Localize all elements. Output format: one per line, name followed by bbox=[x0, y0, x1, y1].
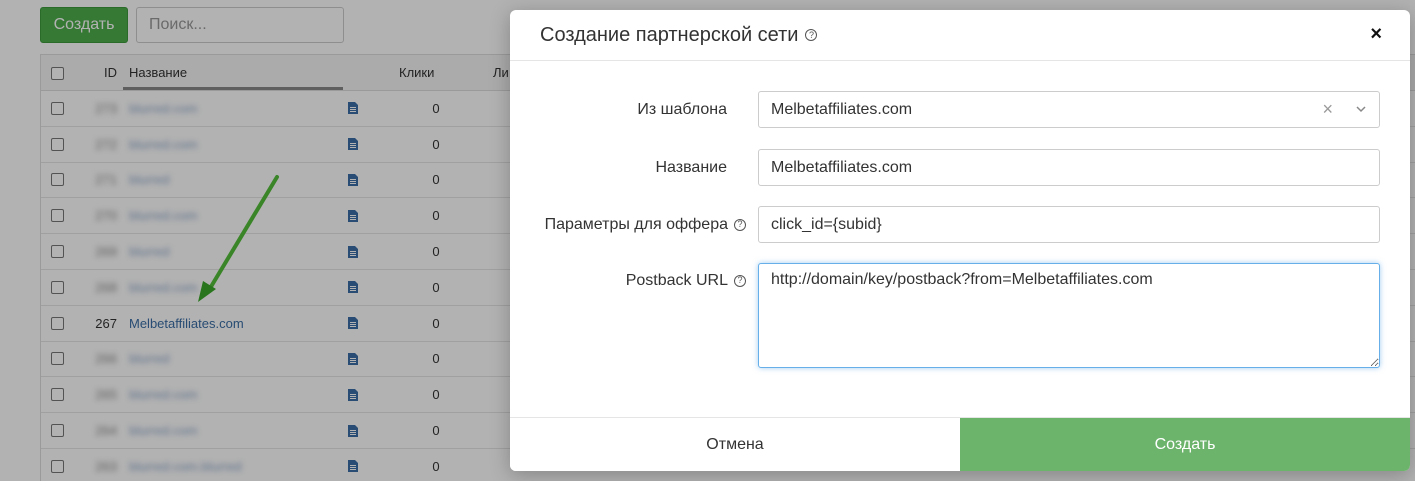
modal-footer: Отмена Создать bbox=[510, 417, 1410, 471]
create-network-modal: Создание партнерской сети ? × Из шаблона… bbox=[510, 10, 1410, 471]
help-icon[interactable]: ? bbox=[734, 218, 746, 231]
name-input[interactable] bbox=[758, 149, 1380, 186]
modal-title: Создание партнерской сети bbox=[540, 23, 799, 46]
postback-url-textarea[interactable]: http://domain/key/postback?from=Melbetaf… bbox=[758, 263, 1380, 368]
template-select[interactable]: Melbetaffiliates.com × bbox=[758, 91, 1380, 128]
offer-params-input[interactable] bbox=[758, 206, 1380, 243]
offer-params-label-text: Параметры для оффера bbox=[544, 215, 728, 233]
close-icon[interactable]: × bbox=[1370, 24, 1382, 44]
clear-icon[interactable]: × bbox=[1322, 99, 1333, 120]
help-icon[interactable]: ? bbox=[805, 29, 818, 41]
name-label: Название bbox=[510, 149, 728, 186]
template-label-text: Из шаблона bbox=[637, 100, 727, 118]
postback-label-text: Postback URL bbox=[625, 271, 728, 289]
postback-label: Postback URL ? bbox=[510, 263, 746, 298]
name-label-text: Название bbox=[655, 158, 728, 176]
modal-header: Создание партнерской сети ? × bbox=[510, 10, 1410, 61]
chevron-down-icon[interactable] bbox=[1356, 104, 1366, 114]
template-select-value: Melbetaffiliates.com bbox=[771, 100, 913, 118]
submit-create-button[interactable]: Создать bbox=[960, 418, 1410, 471]
cancel-button[interactable]: Отмена bbox=[510, 418, 960, 471]
offer-params-label: Параметры для оффера ? bbox=[510, 206, 746, 243]
help-icon[interactable]: ? bbox=[734, 274, 746, 287]
template-label: Из шаблона bbox=[510, 91, 727, 128]
